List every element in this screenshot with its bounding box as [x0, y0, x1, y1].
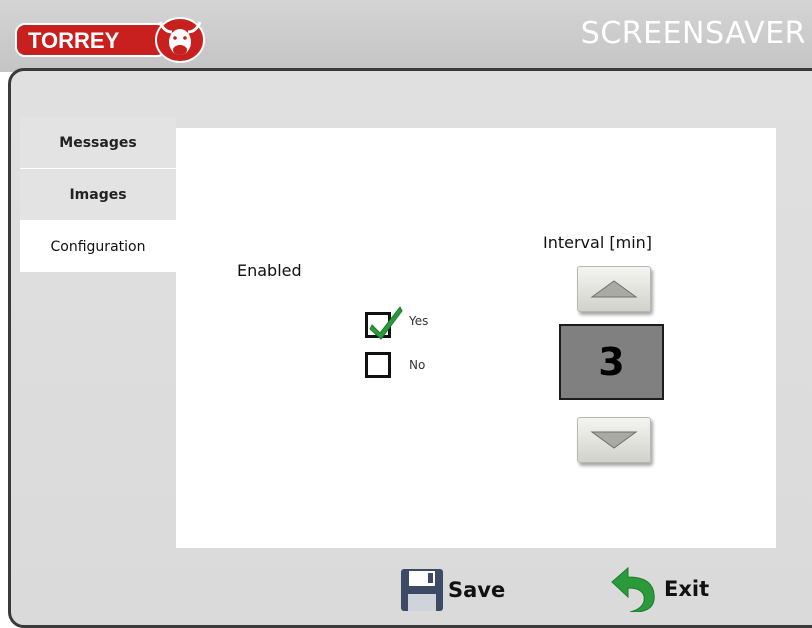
interval-decrease-button[interactable]	[577, 417, 651, 463]
tab-configuration-label: Configuration	[50, 238, 146, 255]
enabled-label: Enabled	[237, 261, 302, 280]
interval-label: Interval [min]	[543, 233, 653, 252]
brand-text: TORREY	[28, 28, 120, 53]
tab-messages-label: Messages	[59, 135, 137, 151]
tab-configuration[interactable]: Configuration	[20, 221, 176, 272]
checkmark-icon	[369, 306, 403, 340]
save-button[interactable]: Save	[400, 568, 505, 612]
floppy-disk-icon	[401, 569, 443, 611]
arrow-down-icon	[590, 431, 638, 449]
exit-button[interactable]: Exit	[608, 566, 709, 612]
enabled-yes-label: Yes	[409, 314, 429, 328]
screen-title: SCREENSAVER	[580, 16, 806, 51]
exit-label: Exit	[664, 577, 710, 601]
interval-value-display: 3	[559, 324, 664, 400]
tab-images-label: Images	[69, 187, 127, 203]
arrow-up-icon	[590, 280, 638, 298]
enabled-no-checkbox[interactable]	[365, 352, 391, 378]
tab-messages[interactable]: Messages	[20, 118, 176, 169]
tab-images[interactable]: Images	[20, 170, 176, 221]
interval-increase-button[interactable]	[577, 266, 651, 312]
exit-arrow-icon	[611, 566, 655, 612]
header-bar: TORREY SCREENSAVER	[0, 0, 812, 72]
torrey-logo: TORREY	[14, 14, 210, 64]
enabled-yes-checkbox[interactable]	[365, 306, 403, 340]
save-label: Save	[448, 578, 506, 602]
enabled-no-label: No	[409, 358, 426, 372]
content-panel	[176, 128, 776, 548]
